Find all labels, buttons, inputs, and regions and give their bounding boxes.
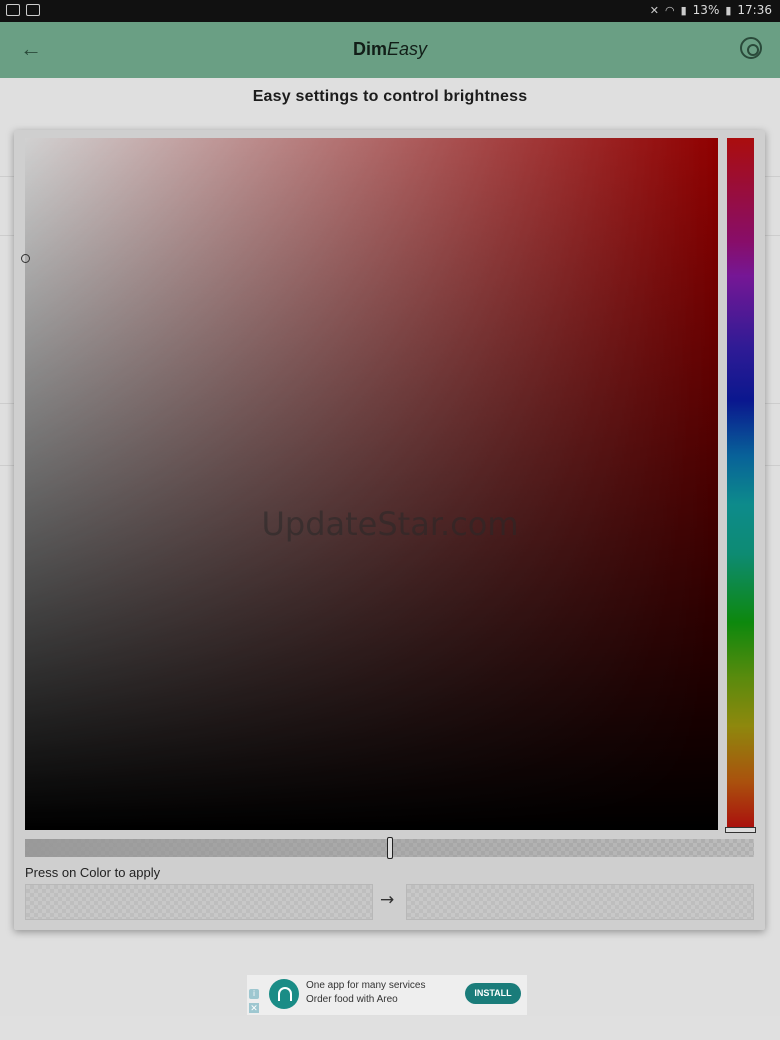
ad-banner[interactable]: i ✕ One app for many services Order food… [247, 975, 527, 1015]
ad-app-logo-icon[interactable] [269, 979, 299, 1009]
hue-slider-shade [727, 138, 754, 830]
clock: 17:36 [737, 3, 772, 17]
image-icon [6, 4, 20, 16]
new-color-swatch[interactable] [406, 884, 754, 920]
signal-icon: ▮ [680, 3, 687, 17]
ad-info-icon[interactable]: i [249, 989, 259, 999]
watermark-text: UpdateStar.com [261, 505, 519, 543]
wifi-icon: ◠ [665, 3, 675, 17]
hue-slider-handle[interactable] [725, 827, 756, 833]
ad-description: Order food with Areo [306, 994, 398, 1005]
refresh-settings-icon[interactable] [740, 37, 762, 59]
apply-hint-label: Press on Color to apply [25, 865, 161, 880]
app-title: DimEasy [352, 39, 428, 59]
ad-install-button[interactable]: INSTALL [465, 983, 521, 1004]
app-bar: ← DimEasy [0, 22, 780, 78]
mute-icon: ✕ [649, 3, 659, 17]
status-bar: ✕ ◠ ▮ 13% ▮ 17:36 [0, 0, 780, 22]
alpha-slider-handle[interactable] [386, 837, 393, 859]
ad-headline: One app for many services [306, 980, 426, 991]
saturation-value-marker[interactable] [21, 254, 30, 263]
saturation-value-shade [25, 138, 718, 830]
screen-icon [26, 4, 40, 16]
old-color-swatch[interactable] [25, 884, 373, 920]
ad-close-icon[interactable]: ✕ [249, 1003, 259, 1013]
battery-icon: ▮ [725, 3, 732, 17]
arrow-right-icon: → [380, 890, 395, 910]
battery-percent: 13% [692, 3, 720, 17]
